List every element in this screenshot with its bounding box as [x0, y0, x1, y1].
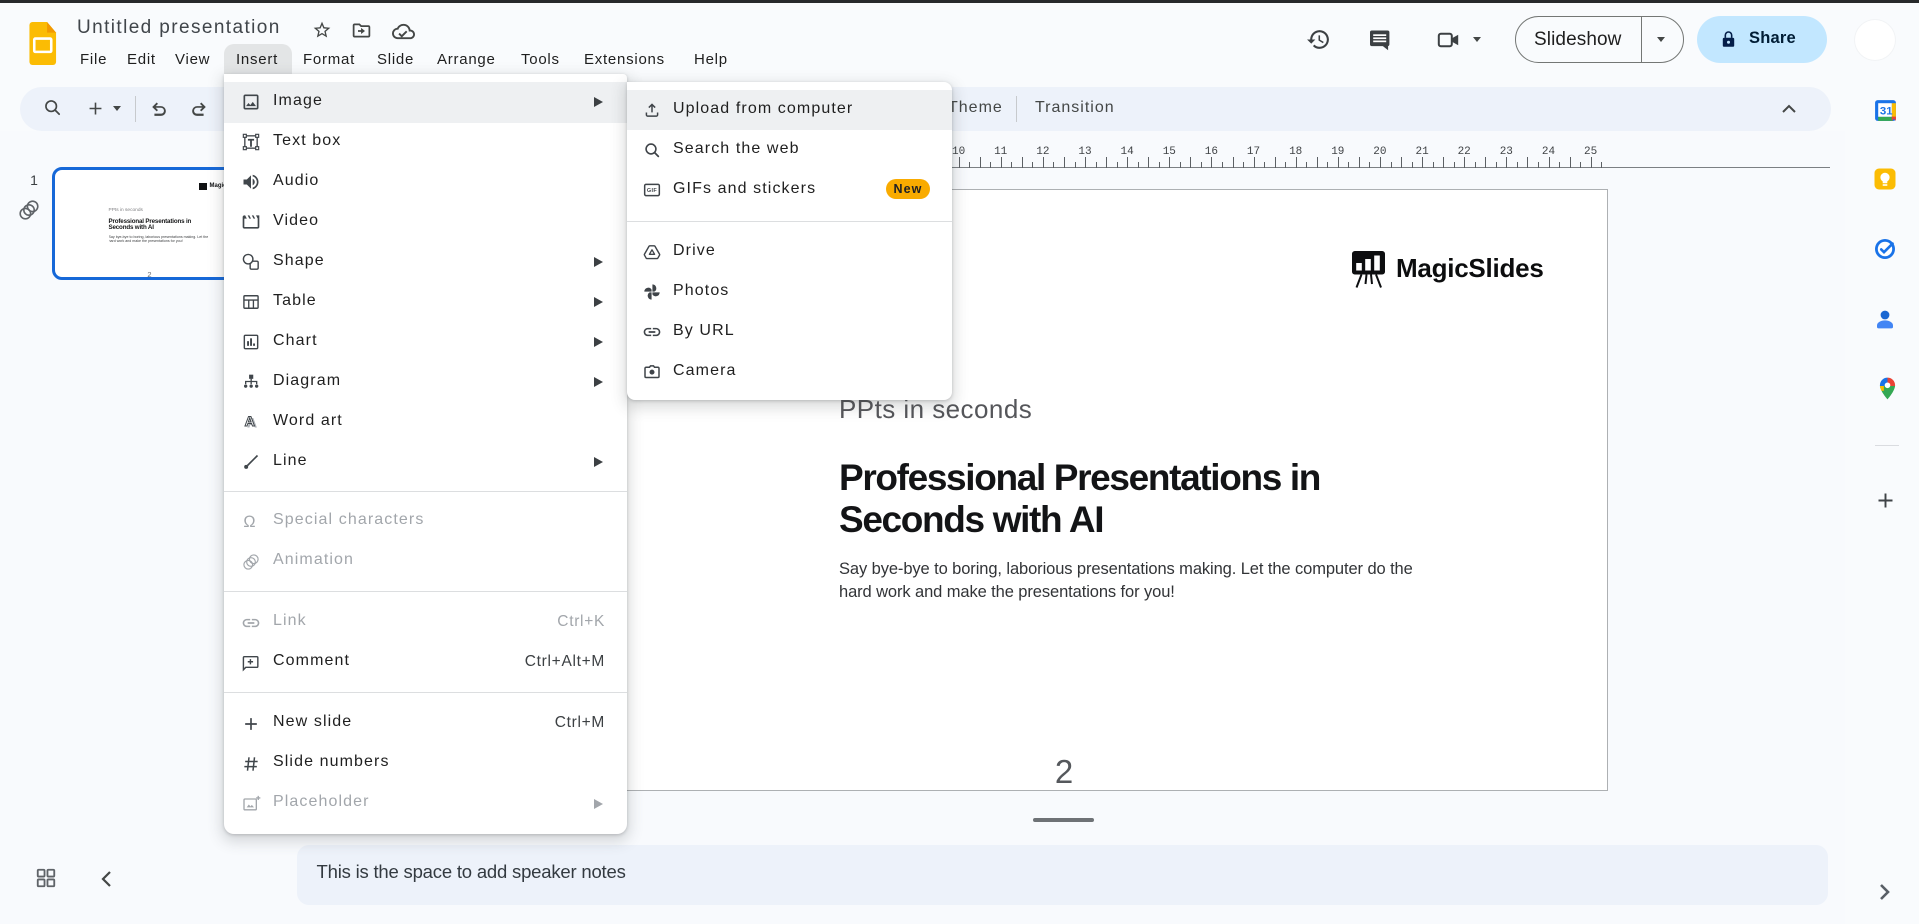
- svg-text:Ω: Ω: [243, 513, 255, 531]
- svg-text:GIF: GIF: [646, 188, 656, 194]
- svg-text:31: 31: [1880, 105, 1893, 117]
- svg-text:A: A: [245, 414, 255, 430]
